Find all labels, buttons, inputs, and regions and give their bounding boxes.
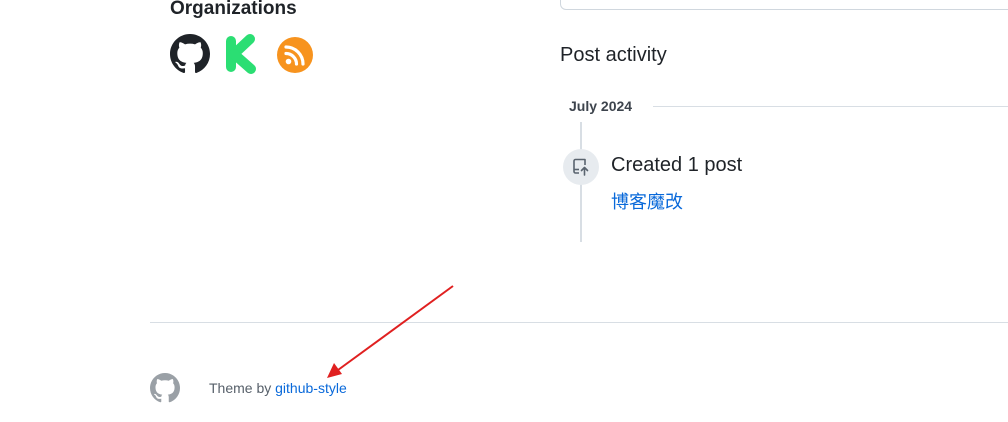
- month-divider: [653, 106, 1008, 107]
- timeline-event-title: Created 1 post: [611, 154, 743, 176]
- footer-credit: Theme by github-style: [209, 380, 347, 396]
- theme-link[interactable]: github-style: [275, 380, 347, 396]
- activity-month-label: July 2024: [569, 98, 633, 114]
- post-activity-heading: Post activity: [560, 44, 667, 66]
- kickstarter-icon: [226, 34, 256, 74]
- post-link[interactable]: 博客魔改: [611, 188, 683, 214]
- github-icon: [170, 34, 210, 74]
- github-org-link[interactable]: [170, 34, 210, 74]
- kickstarter-org-link[interactable]: [223, 34, 263, 74]
- rss-icon: [277, 37, 313, 73]
- footer-divider: [150, 322, 1008, 323]
- timeline-badge: [563, 149, 599, 185]
- repo-push-icon: [573, 158, 589, 176]
- rss-org-link[interactable]: [276, 36, 316, 76]
- footer-credit-prefix: Theme by: [209, 380, 276, 396]
- activity-month-row: July 2024: [569, 96, 1008, 118]
- github-icon[interactable]: [150, 373, 180, 403]
- red-arrow-icon: [327, 285, 454, 378]
- organizations-heading: Organizations: [170, 0, 297, 19]
- contribution-card-edge: [560, 0, 1008, 10]
